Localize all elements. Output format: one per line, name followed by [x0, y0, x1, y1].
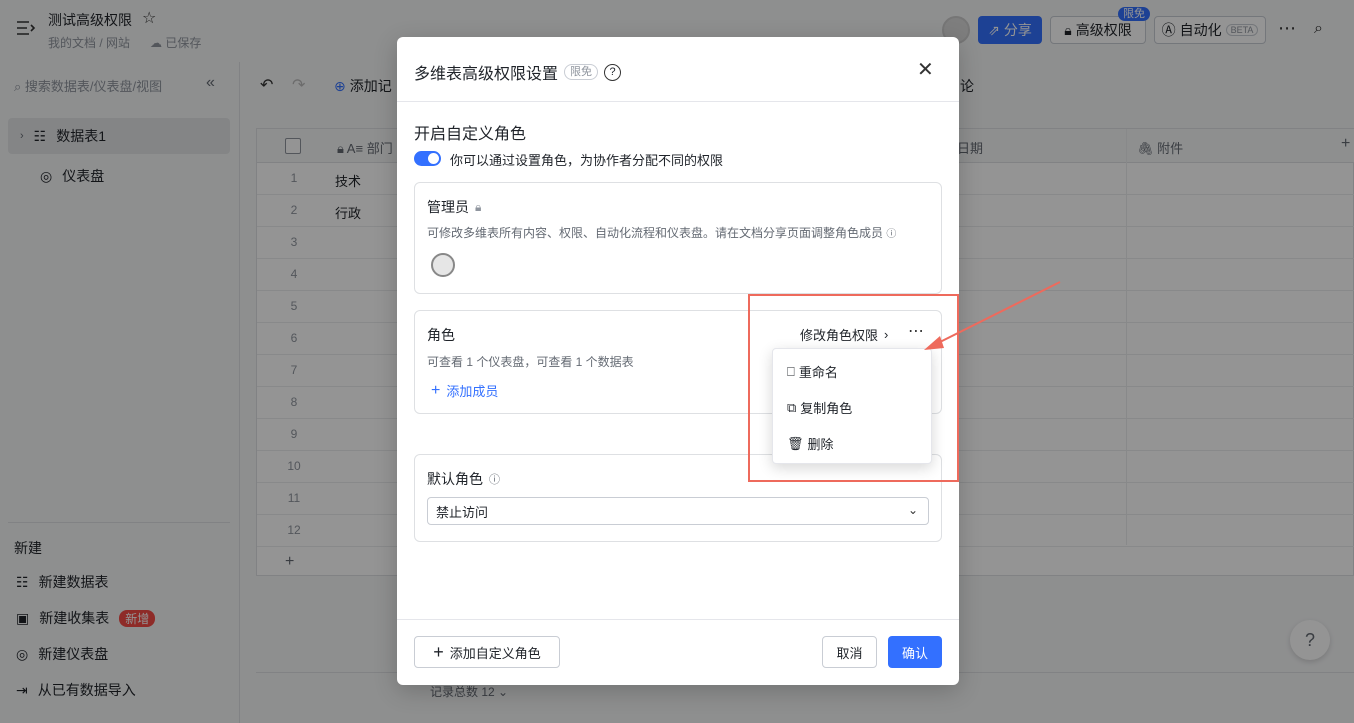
confirm-button[interactable]: 确认 [888, 636, 942, 668]
role-title: 角色 [427, 327, 455, 343]
help-icon[interactable]: ? [604, 63, 622, 81]
default-role-select[interactable]: 禁止访问 ⌄ [427, 497, 929, 525]
add-member-button[interactable]: + 添加成员 [431, 381, 498, 400]
admin-card: 管理员 🔒︎ 可修改多维表所有内容、权限、自动化流程和仪表盘。请在文档分享页面调整… [414, 182, 942, 294]
free-badge: 限免 [564, 64, 599, 80]
divider [397, 101, 959, 102]
highlight-box [748, 294, 959, 482]
help-icon[interactable]: ⓘ [886, 229, 896, 240]
plus-icon: + [431, 381, 441, 399]
divider [397, 619, 959, 620]
lock-icon: 🔒︎ [475, 199, 482, 214]
close-icon[interactable]: ✕ [917, 57, 934, 82]
add-custom-role-button[interactable]: + 添加自定义角色 [414, 636, 560, 668]
plus-icon: + [433, 641, 444, 662]
custom-role-toggle[interactable] [414, 151, 441, 166]
modal-title: 多维表高级权限设置 限免 ? [414, 60, 622, 84]
cancel-button[interactable]: 取消 [822, 636, 877, 668]
admin-title: 管理员 🔒︎ [427, 199, 482, 215]
role-description: 可查看 1 个仪表盘，可查看 1 个数据表 [427, 355, 634, 369]
default-role-title: 默认角色 ⓘ [427, 471, 500, 487]
avatar[interactable] [431, 253, 455, 277]
chevron-down-icon: ⌄ [907, 503, 918, 517]
section-title: 开启自定义角色 [414, 126, 527, 143]
help-icon[interactable]: ⓘ [489, 471, 500, 487]
toggle-description: 你可以通过设置角色，为协作者分配不同的权限 [450, 153, 724, 168]
admin-description: 可修改多维表所有内容、权限、自动化流程和仪表盘。请在文档分享页面调整角色成员 ⓘ [427, 226, 897, 240]
